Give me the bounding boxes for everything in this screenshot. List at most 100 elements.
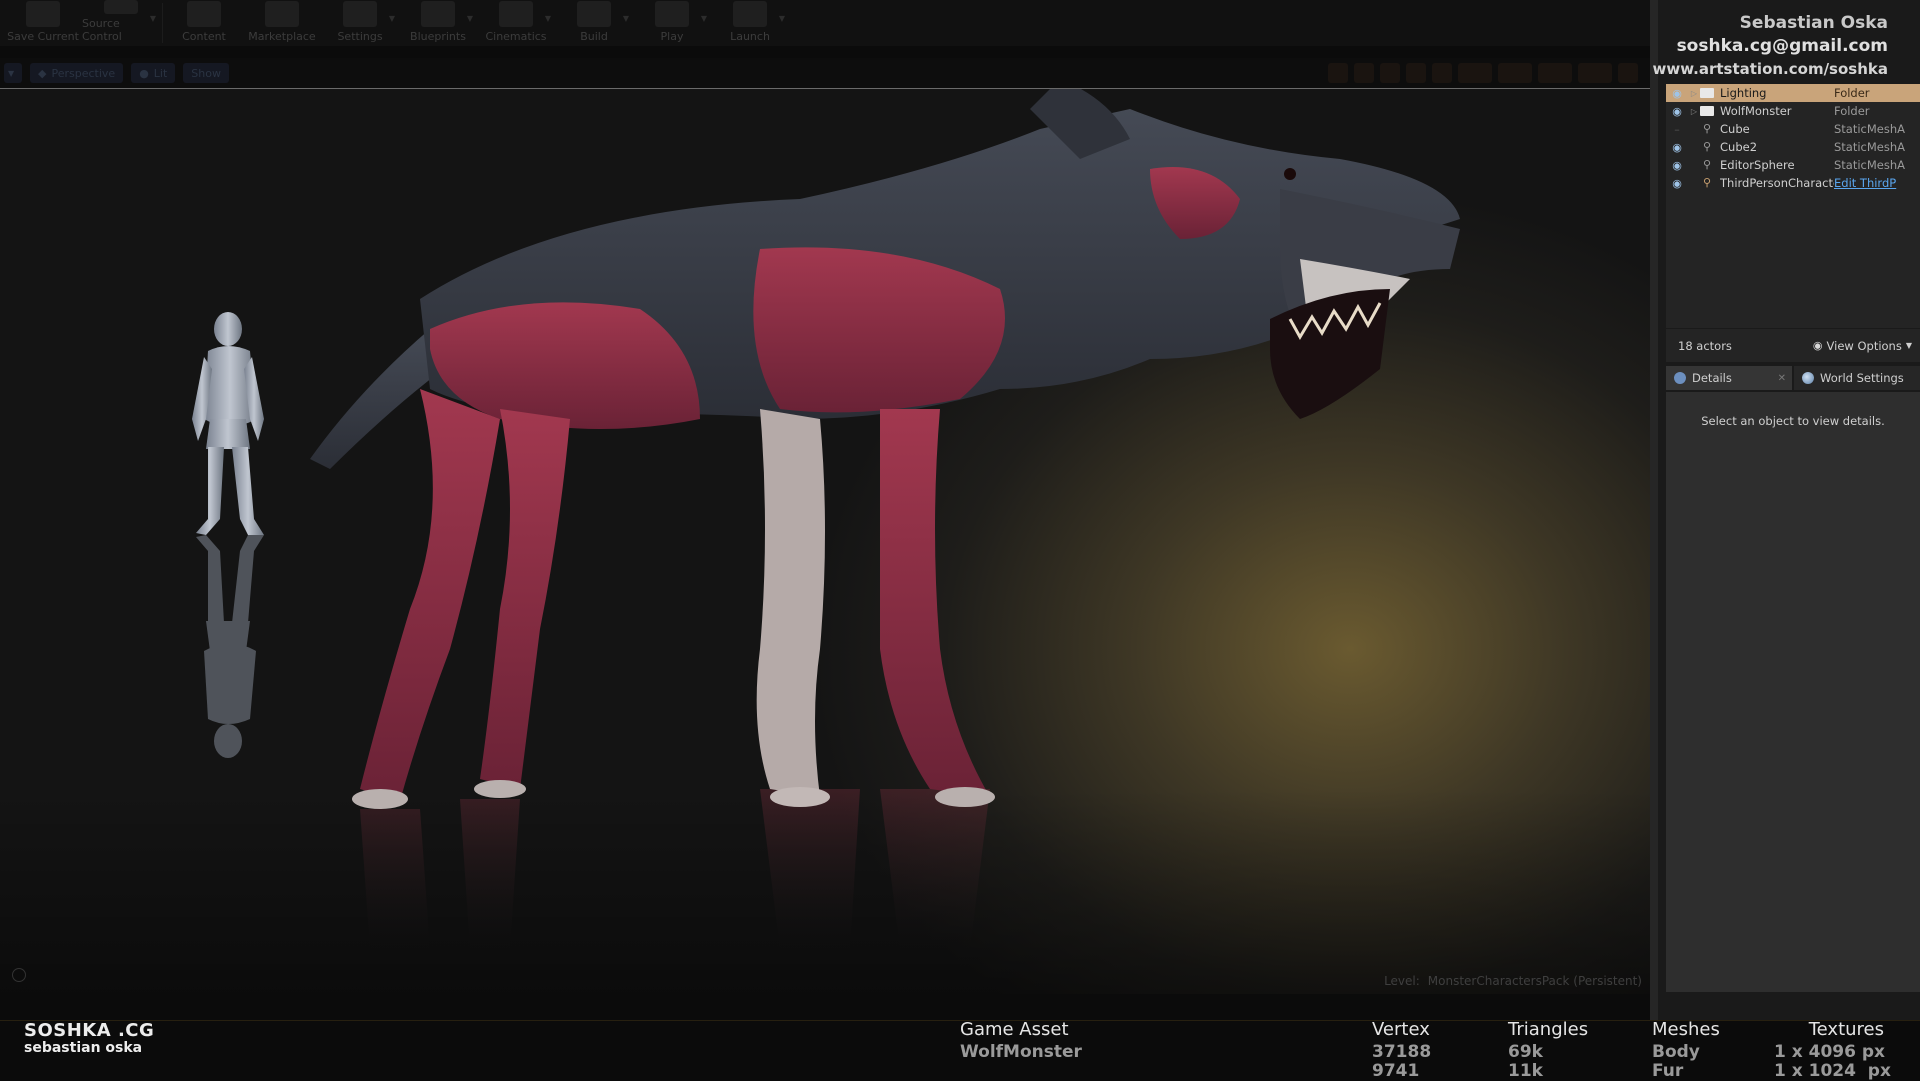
visibility-eye-icon[interactable]: ◉: [1666, 177, 1688, 190]
build-label: Build: [580, 30, 608, 43]
viewport-menu-button[interactable]: ▼: [4, 63, 22, 83]
view-options-button[interactable]: ◉ View Options ▼: [1813, 339, 1912, 353]
move-icon[interactable]: [1354, 63, 1374, 83]
play-label: Play: [660, 30, 684, 43]
meshes-column: Meshes Body Fur: [1652, 1017, 1720, 1081]
level-name: MonsterCharactersPack (Persistent): [1427, 974, 1642, 988]
outliner-row-lighting[interactable]: ◉ ▷ Lighting Folder: [1666, 84, 1920, 102]
source-control-icon: [104, 0, 138, 14]
edit-blueprint-link[interactable]: Edit ThirdP: [1834, 176, 1906, 190]
world-local-icon[interactable]: [1432, 63, 1452, 83]
textures-header: Textures: [1808, 1019, 1884, 1040]
save-current-button[interactable]: Save Current: [4, 0, 82, 46]
chevron-down-icon[interactable]: ▼: [389, 14, 395, 23]
outliner-item-type: StaticMeshA: [1834, 122, 1906, 136]
outliner-row-thirdpersoncharacter[interactable]: ◉ ⚲ ThirdPersonCharacte Edit ThirdP: [1666, 174, 1920, 192]
cinematics-button[interactable]: Cinematics ▼: [477, 0, 555, 46]
globe-icon: [1802, 372, 1814, 384]
outliner-row-editorsphere[interactable]: ◉ ⚲ EditorSphere StaticMeshA: [1666, 156, 1920, 174]
marketplace-icon: [265, 1, 299, 27]
build-button[interactable]: Build ▼: [555, 0, 633, 46]
chevron-down-icon[interactable]: ▼: [545, 14, 551, 23]
expand-arrow-icon[interactable]: ▷: [1688, 107, 1700, 116]
vertex-column: Vertex 37188 9741: [1372, 1017, 1431, 1081]
save-icon: [26, 1, 60, 27]
artist-email: soshka.cg@gmail.com: [1676, 36, 1888, 56]
content-label: Content: [182, 30, 226, 43]
play-button[interactable]: Play ▼: [633, 0, 711, 46]
blueprints-button[interactable]: Blueprints ▼: [399, 0, 477, 46]
visibility-eye-icon[interactable]: –: [1666, 123, 1688, 136]
toolbar-divider: [162, 3, 163, 43]
camera-speed-button[interactable]: [1578, 63, 1612, 83]
outliner-item-type: StaticMeshA: [1834, 140, 1906, 154]
static-mesh-icon: ⚲: [1702, 122, 1712, 135]
asset-header: Game Asset: [960, 1019, 1069, 1040]
visibility-eye-icon[interactable]: ◉: [1666, 141, 1688, 154]
brand-logo: SOSHKA .CG sebastian oska: [24, 1021, 154, 1056]
maximize-viewport-icon[interactable]: [1618, 63, 1638, 83]
lit-button[interactable]: ● Lit: [131, 63, 176, 83]
rotation-snap-button[interactable]: [1498, 63, 1532, 83]
texture-fur: 1 x 1024 px: [1774, 1061, 1891, 1081]
source-control-label: Source Control: [82, 17, 122, 43]
right-side-panel: ◉ ▷ Lighting Folder ◉ ▷ WolfMonster Fold…: [1650, 0, 1920, 1020]
view-options-label: View Options: [1826, 338, 1902, 353]
chevron-down-icon[interactable]: ▼: [779, 14, 785, 23]
artist-credit: Sebastian Oska soshka.cg@gmail.com www.a…: [1653, 12, 1888, 81]
outliner-row-cube[interactable]: – ⚲ Cube StaticMeshA: [1666, 120, 1920, 138]
mesh-body: Body: [1652, 1042, 1700, 1062]
launch-button[interactable]: Launch ▼: [711, 0, 789, 46]
meshes-header: Meshes: [1652, 1019, 1720, 1040]
visibility-eye-icon[interactable]: ◉: [1666, 87, 1688, 100]
content-button[interactable]: Content: [165, 0, 243, 46]
folder-icon: [1700, 88, 1714, 98]
outliner-row-wolfmonster[interactable]: ◉ ▷ WolfMonster Folder: [1666, 102, 1920, 120]
vertex-value-body: 37188: [1372, 1042, 1432, 1062]
marketplace-button[interactable]: Marketplace: [243, 0, 321, 46]
gear-icon: [343, 1, 377, 27]
perspective-button[interactable]: ◆ Perspective: [30, 63, 124, 83]
chevron-down-icon: ▼: [1905, 341, 1912, 350]
show-button[interactable]: Show: [183, 63, 229, 83]
asset-column: Game Asset WolfMonster: [960, 1017, 1082, 1062]
outliner-item-name: EditorSphere: [1720, 158, 1795, 172]
visibility-eye-icon[interactable]: ◉: [1666, 105, 1688, 118]
outliner-row-cube2[interactable]: ◉ ⚲ Cube2 StaticMeshA: [1666, 138, 1920, 156]
triangles-value-fur: 11k: [1508, 1061, 1543, 1081]
tab-details[interactable]: Details ✕: [1666, 366, 1792, 390]
outliner-item-name: ThirdPersonCharacte: [1720, 176, 1834, 190]
rotate-icon[interactable]: [1380, 63, 1400, 83]
realtime-icon[interactable]: [1328, 63, 1348, 83]
scale-snap-button[interactable]: [1538, 63, 1572, 83]
chevron-down-icon[interactable]: ▼: [150, 14, 156, 23]
main-toolbar: Save Current Source Control ▼ Content Ma…: [0, 0, 1654, 46]
lit-label: Lit: [153, 66, 168, 80]
close-icon[interactable]: ✕: [1778, 373, 1786, 384]
expand-arrow-icon[interactable]: ▷: [1688, 89, 1700, 98]
visibility-eye-icon[interactable]: ◉: [1666, 159, 1688, 172]
play-icon: [655, 1, 689, 27]
details-icon: [1674, 372, 1686, 384]
artist-name: Sebastian Oska: [1739, 13, 1888, 33]
artist-website: www.artstation.com/soshka: [1652, 60, 1888, 78]
details-empty-message: Select an object to view details.: [1701, 414, 1885, 428]
brand-subtitle: sebastian oska: [24, 1040, 143, 1056]
outliner-item-name: WolfMonster: [1720, 104, 1792, 118]
vertex-header: Vertex: [1372, 1019, 1430, 1040]
chevron-down-icon: ▼: [8, 68, 15, 78]
settings-button[interactable]: Settings ▼: [321, 0, 399, 46]
chevron-down-icon[interactable]: ▼: [467, 14, 473, 23]
world-origin-icon: [12, 968, 26, 982]
outliner-footer: 18 actors ◉ View Options ▼: [1666, 328, 1920, 362]
grid-snap-button[interactable]: [1458, 63, 1492, 83]
chevron-down-icon[interactable]: ▼: [623, 14, 629, 23]
level-viewport[interactable]: Level: MonsterCharactersPack (Persistent): [0, 88, 1650, 994]
chevron-down-icon[interactable]: ▼: [701, 14, 707, 23]
actor-count: 18 actors: [1678, 338, 1732, 353]
tab-world-settings[interactable]: World Settings: [1794, 366, 1920, 390]
scale-icon[interactable]: [1406, 63, 1426, 83]
outliner-item-type: StaticMeshA: [1834, 158, 1906, 172]
details-tab-bar: Details ✕ World Settings: [1666, 366, 1920, 392]
source-control-button[interactable]: Source Control ▼: [82, 0, 160, 46]
